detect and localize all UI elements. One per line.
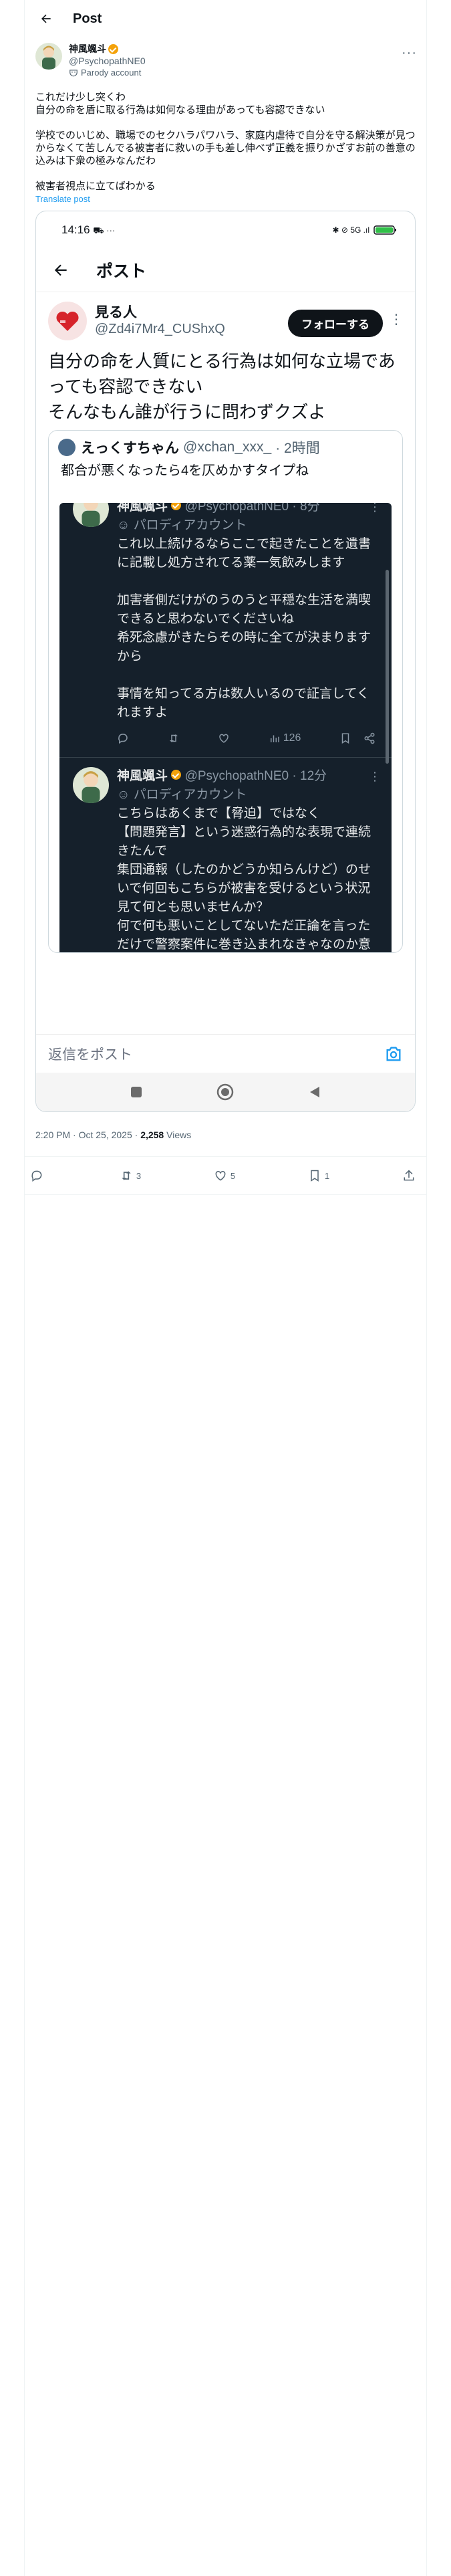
- views-label: Views: [164, 1130, 192, 1140]
- thread-handle-1: @PsychopathNE0 · 8分: [184, 503, 320, 514]
- home-icon: [216, 1083, 233, 1101]
- attached-screenshot[interactable]: 14:16 ⛟ ··· ✱ ⊘ 5G .ıl ポスト 見る人 @Zd4i7Mr4…: [35, 211, 416, 1112]
- more-options-icon[interactable]: ···: [402, 45, 417, 61]
- status-time: 14:16: [61, 223, 90, 236]
- author-handle[interactable]: @PsychopathNE0: [69, 55, 146, 67]
- left-rail: [0, 0, 25, 2576]
- quote-time: · 2時間: [275, 441, 320, 456]
- inner-post-text: 自分の命を人質にとる行為は如何な立場であっても容認できない そんなもん誰が行うに…: [48, 351, 396, 422]
- thread-actions-1: 126: [117, 729, 378, 748]
- like-count: 5: [230, 1170, 236, 1181]
- parody-label: Parody account: [81, 68, 142, 78]
- repost-icon: [122, 1171, 131, 1180]
- thread-text-1: これ以上続けるならここで起きたことを遺書に記載し処方されてる薬一気飲みします 加…: [117, 537, 371, 720]
- thread-avatar-1: [73, 503, 109, 527]
- android-nav-bar: [36, 1073, 415, 1111]
- inner-author-name: 見る人: [95, 305, 137, 320]
- dark-thread-screenshot: ⋮ 神風颯斗 @PsychopathNE0 · 8分 ☺ パロディアカウント こ…: [59, 503, 392, 952]
- author-name[interactable]: 神風颯斗: [69, 43, 106, 55]
- parody-mask-icon: [69, 70, 78, 77]
- recents-icon: [130, 1087, 142, 1097]
- inner-header: ポスト: [36, 249, 415, 292]
- views-count: 2,258: [140, 1130, 164, 1140]
- thread-views-1: 126: [283, 732, 301, 744]
- quote-author-handle: @xchan_xxx_: [183, 439, 272, 455]
- post-column: Post 神風颯斗 @PsychopathNE0 Parody account …: [25, 0, 426, 1195]
- thread-parody-1: ☺ パロディアカウント: [117, 518, 247, 532]
- parody-label-row: Parody account: [69, 67, 146, 79]
- status-icons: ✱ ⊘ 5G .ıl: [332, 225, 369, 235]
- bookmark-button[interactable]: 1: [308, 1169, 329, 1182]
- inner-back-arrow-icon: [54, 264, 67, 276]
- thread-parody-2: ☺ パロディアカウント: [117, 788, 247, 802]
- battery-icon: [373, 225, 396, 235]
- views-icon: 126: [269, 729, 301, 748]
- like-button[interactable]: 5: [214, 1169, 235, 1182]
- reply-icon: [31, 1170, 42, 1182]
- post-author: 神風颯斗 @PsychopathNE0 Parody account ···: [25, 37, 426, 88]
- inner-title: ポスト: [96, 262, 147, 281]
- inner-avatar: [48, 302, 87, 340]
- like-icon: [218, 732, 230, 744]
- thread-avatar-2: [73, 767, 109, 803]
- reply-placeholder: 返信をポスト: [48, 1047, 132, 1063]
- thread-name-1: 神風颯斗: [117, 503, 168, 514]
- translate-post-link[interactable]: Translate post: [25, 193, 426, 205]
- thread-post-1: ⋮ 神風颯斗 @PsychopathNE0 · 8分 ☺ パロディアカウント こ…: [59, 503, 392, 748]
- reply-button[interactable]: [30, 1169, 47, 1182]
- thread-badge-icon-1: [171, 503, 182, 510]
- quote-text: 都合が悪くなったら4を仄めかすタイプね: [61, 463, 309, 478]
- thread-text-2: こちらはあくまで【脅迫】ではなく 【問題発言】という迷惑行為的な表現で連続きたん…: [117, 807, 371, 952]
- post-text: これだけ少し突くわ 自分の命を盾に取る行為は如何なる理由があっても容認できない …: [35, 92, 416, 192]
- thread-handle-2: @PsychopathNE0 · 12分: [184, 769, 327, 783]
- author-name-row[interactable]: 神風颯斗: [69, 43, 146, 55]
- share-icon: [404, 1170, 414, 1181]
- inner-follow-button: フォローする: [288, 310, 383, 337]
- share-button[interactable]: [402, 1169, 416, 1182]
- repost-icon: [168, 732, 180, 744]
- bookmark-icon: [341, 733, 349, 744]
- thread-name-2: 神風颯斗: [117, 769, 168, 783]
- status-extra: ⛟ ···: [93, 225, 116, 235]
- repost-count: 3: [136, 1170, 142, 1181]
- reply-icon: [117, 732, 129, 744]
- back-arrow-icon[interactable]: [34, 7, 58, 31]
- thread-more-icon-2: ⋮: [369, 770, 381, 783]
- page-title: Post: [73, 11, 102, 26]
- verified-badge-icon: [108, 43, 118, 54]
- share-icon: [364, 732, 375, 744]
- phone-status-bar: 14:16 ⛟ ··· ✱ ⊘ 5G .ıl: [36, 211, 415, 249]
- heart-icon: [215, 1170, 226, 1181]
- thread-more-icon-1: ⋮: [369, 503, 381, 514]
- quote-avatar: [58, 439, 76, 456]
- nav-back-icon: [309, 1087, 319, 1097]
- post-timestamp[interactable]: 2:20 PM · Oct 25, 2025 ·: [35, 1130, 140, 1140]
- thread-post-2: ⋮ 神風颯斗 @PsychopathNE0 · 12分 ☺ パロディアカウント …: [59, 758, 392, 952]
- post-meta: 2:20 PM · Oct 25, 2025 · 2,258 Views: [25, 1112, 426, 1144]
- bookmark-icon: [311, 1170, 319, 1182]
- inner-author-handle: @Zd4i7Mr4_CUShxQ: [95, 322, 225, 336]
- quoted-post: えっくすちゃん @xchan_xxx_ · 2時間 都合が悪くなったら4を仄めか…: [48, 430, 403, 953]
- right-rail: [426, 0, 451, 2576]
- top-bar: Post: [25, 0, 426, 37]
- bookmark-count: 1: [324, 1170, 330, 1181]
- author-avatar[interactable]: [35, 43, 62, 70]
- thread-badge-icon-2: [171, 770, 182, 780]
- inner-more-icon: ⋮: [390, 312, 403, 327]
- camera-icon: [386, 1047, 401, 1061]
- quote-author-name: えっくすちゃん: [81, 441, 179, 456]
- repost-button[interactable]: 3: [120, 1169, 141, 1182]
- reply-bar: 返信をポスト: [36, 1034, 415, 1073]
- inner-author: 見る人 @Zd4i7Mr4_CUShxQ フォローする ⋮: [36, 292, 415, 344]
- post-actions: 3 5 1: [25, 1157, 426, 1194]
